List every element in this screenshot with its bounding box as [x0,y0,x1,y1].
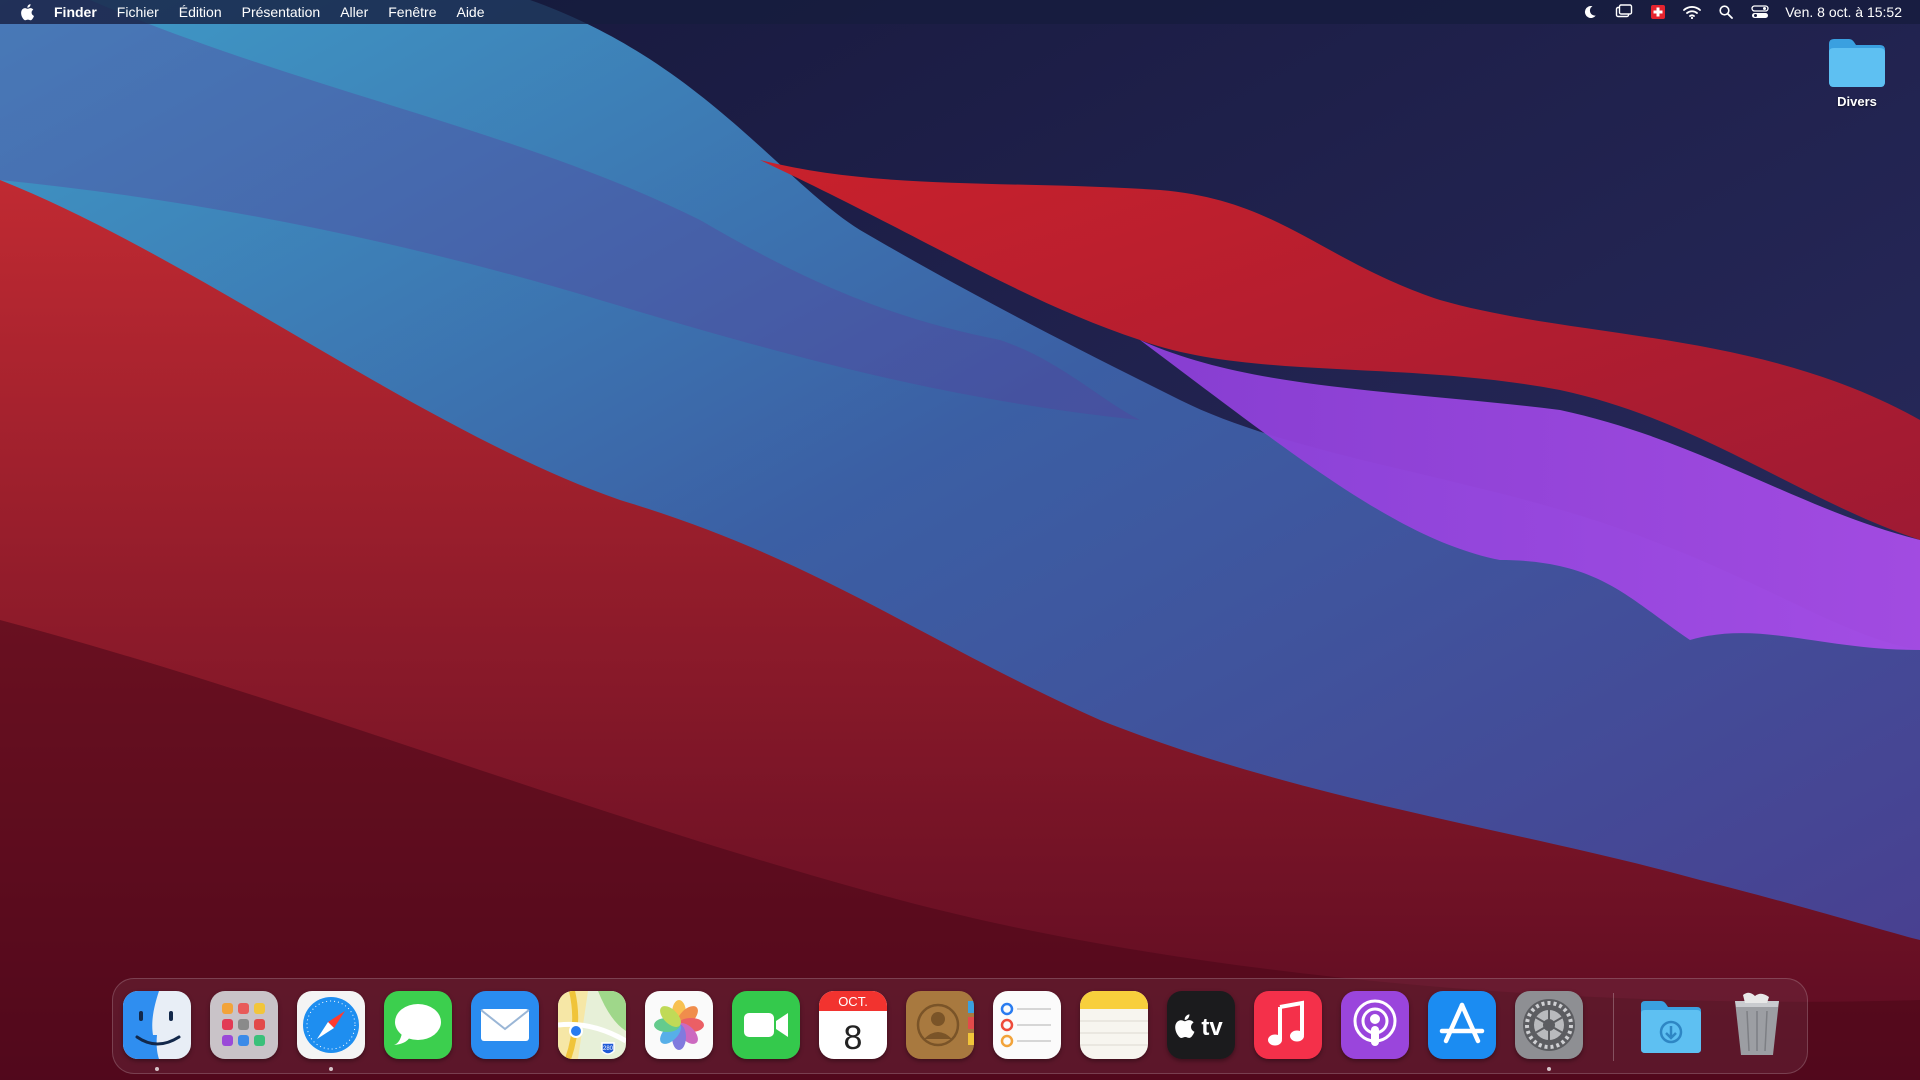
menu-app-finder[interactable]: Finder [44,0,107,24]
dock-messages[interactable] [384,991,452,1059]
dock-separator [1613,993,1614,1061]
music-icon [1254,991,1322,1059]
messages-icon [384,991,452,1059]
dock-launchpad[interactable] [210,991,278,1059]
menu-aller[interactable]: Aller [330,0,378,24]
dock-podcasts[interactable] [1341,991,1409,1059]
calendar-icon: OCT. 8 [819,991,887,1059]
dock-app-store[interactable] [1428,991,1496,1059]
menu-fichier[interactable]: Fichier [107,0,169,24]
dock-maps[interactable]: 280 [558,991,626,1059]
dock-apple-tv[interactable]: tv [1167,991,1235,1059]
calendar-month-label: OCT. [838,994,868,1009]
dock-safari[interactable] [297,991,365,1059]
desktop-folder-label: Divers [1837,94,1877,109]
apple-tv-label: tv [1201,1014,1223,1041]
dock-system-preferences[interactable] [1515,991,1583,1059]
maps-icon: 280 [558,991,626,1059]
menu-presentation[interactable]: Présentation [232,0,331,24]
control-center-icon[interactable] [1749,0,1771,24]
facetime-icon [732,991,800,1059]
search-icon[interactable] [1715,0,1737,24]
dock-calendar[interactable]: OCT. 8 [819,991,887,1059]
desktop-folder-divers[interactable]: Divers [1812,36,1902,109]
moon-icon[interactable] [1579,0,1601,24]
dock-downloads[interactable] [1637,991,1705,1059]
reminders-icon [993,991,1061,1059]
notes-icon [1080,991,1148,1059]
wifi-icon[interactable] [1681,0,1703,24]
downloads-folder-icon [1641,1001,1701,1053]
dock: 280 OCT. 8 tv [112,978,1808,1074]
dock-trash[interactable] [1723,991,1791,1059]
podcasts-icon [1341,991,1409,1059]
menu-bar-clock[interactable]: Ven. 8 oct. à 15:52 [1785,4,1902,20]
screen-mirroring-icon[interactable] [1613,0,1635,24]
dock-photos[interactable] [645,991,713,1059]
system-preferences-icon [1515,991,1583,1059]
desktop-wallpaper [0,0,1920,1080]
photos-icon [645,991,713,1059]
mail-icon [471,991,539,1059]
calendar-day-label: 8 [844,1019,863,1057]
contacts-icon [906,991,974,1059]
menu-aide[interactable]: Aide [446,0,494,24]
menu-bar-left: Finder Fichier Édition Présentation Alle… [20,0,495,24]
menu-edition[interactable]: Édition [169,0,232,24]
app-store-icon [1428,991,1496,1059]
dock-facetime[interactable] [732,991,800,1059]
menu-bar: Finder Fichier Édition Présentation Alle… [0,0,1920,24]
dock-contacts[interactable] [906,991,974,1059]
dock-reminders[interactable] [993,991,1061,1059]
apple-tv-icon: tv [1167,991,1235,1059]
finder-icon [123,991,191,1059]
dock-mail[interactable] [471,991,539,1059]
swiss-flag-icon[interactable] [1647,0,1669,24]
dock-music[interactable] [1254,991,1322,1059]
dock-running-indicator [1547,1067,1551,1071]
maps-shield-label: 280 [603,1046,614,1052]
dock-finder[interactable] [123,991,191,1059]
menu-fenetre[interactable]: Fenêtre [378,0,446,24]
dock-running-indicator [329,1067,333,1071]
dock-notes[interactable] [1080,991,1148,1059]
menu-bar-right: Ven. 8 oct. à 15:52 [1567,0,1902,24]
apple-menu-icon[interactable] [20,3,36,21]
trash-icon [1735,992,1779,1055]
dock-running-indicator [155,1067,159,1071]
launchpad-icon [210,991,278,1059]
safari-icon [297,991,365,1059]
folder-icon [1829,39,1885,87]
